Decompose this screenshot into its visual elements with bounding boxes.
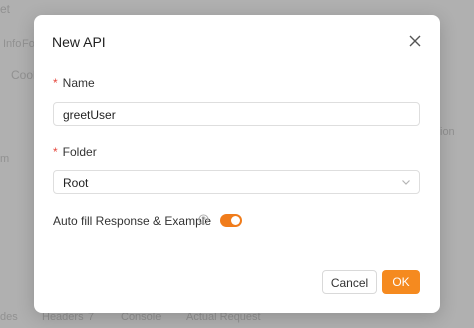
folder-select[interactable]: Root [53,170,420,194]
cancel-button[interactable]: Cancel [322,270,377,294]
auto-fill-toggle[interactable] [220,214,242,227]
name-label-text: Name [62,76,95,90]
new-api-dialog: New API * Name greetUser * Folder Root Aut… [34,15,440,313]
auto-fill-label: Auto fill Response & Example [53,214,212,228]
folder-label-text: Folder [62,145,97,159]
chevron-down-icon [402,180,410,185]
dialog-title: New API [52,34,106,50]
name-input-value: greetUser [63,108,116,122]
ok-button[interactable]: OK [382,270,420,294]
required-marker: * [53,145,58,159]
close-icon[interactable] [408,34,422,48]
help-icon[interactable] [198,214,209,225]
folder-select-value: Root [63,176,89,190]
folder-label: * Folder [53,145,97,159]
name-label: * Name [53,76,95,90]
name-input[interactable]: greetUser [53,102,420,126]
required-marker: * [53,76,58,90]
toggle-knob [231,216,240,225]
